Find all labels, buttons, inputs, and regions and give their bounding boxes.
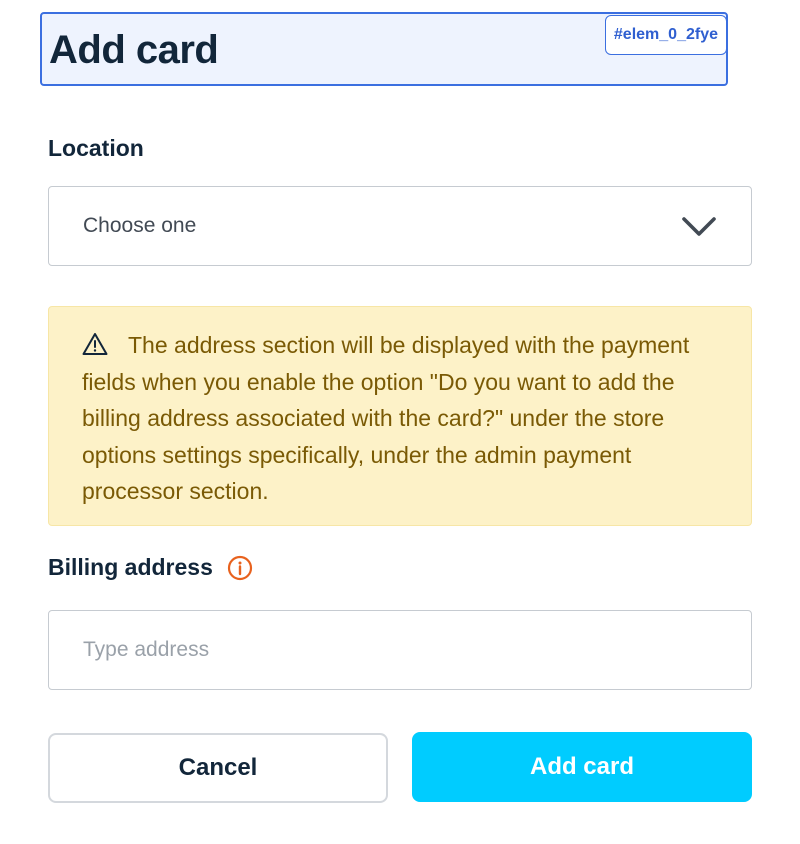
billing-address-alert: The address section will be displayed wi… [48,306,752,526]
dialog-title: Add card [49,28,219,72]
cancel-button[interactable]: Cancel [48,733,388,803]
element-tag-badge: #elem_0_2fye [604,15,727,55]
chevron-down-icon [682,217,716,236]
add-card-dialog: Add card #elem_0_2fye Location Choose on… [0,0,800,844]
billing-address-label: Billing address [48,554,253,581]
location-selected-value: Choose one [83,214,197,237]
title-highlight: Add card #elem_0_2fye [40,12,728,86]
alert-text: The address section will be displayed wi… [82,332,690,504]
billing-address-input[interactable] [48,610,752,690]
warning-icon [82,333,108,355]
add-card-button[interactable]: Add card [412,732,752,802]
billing-address-label-text: Billing address [48,554,213,580]
info-icon[interactable] [227,555,253,581]
location-select[interactable]: Choose one [48,186,752,266]
location-label-text: Location [48,135,144,161]
location-label: Location [48,135,144,162]
